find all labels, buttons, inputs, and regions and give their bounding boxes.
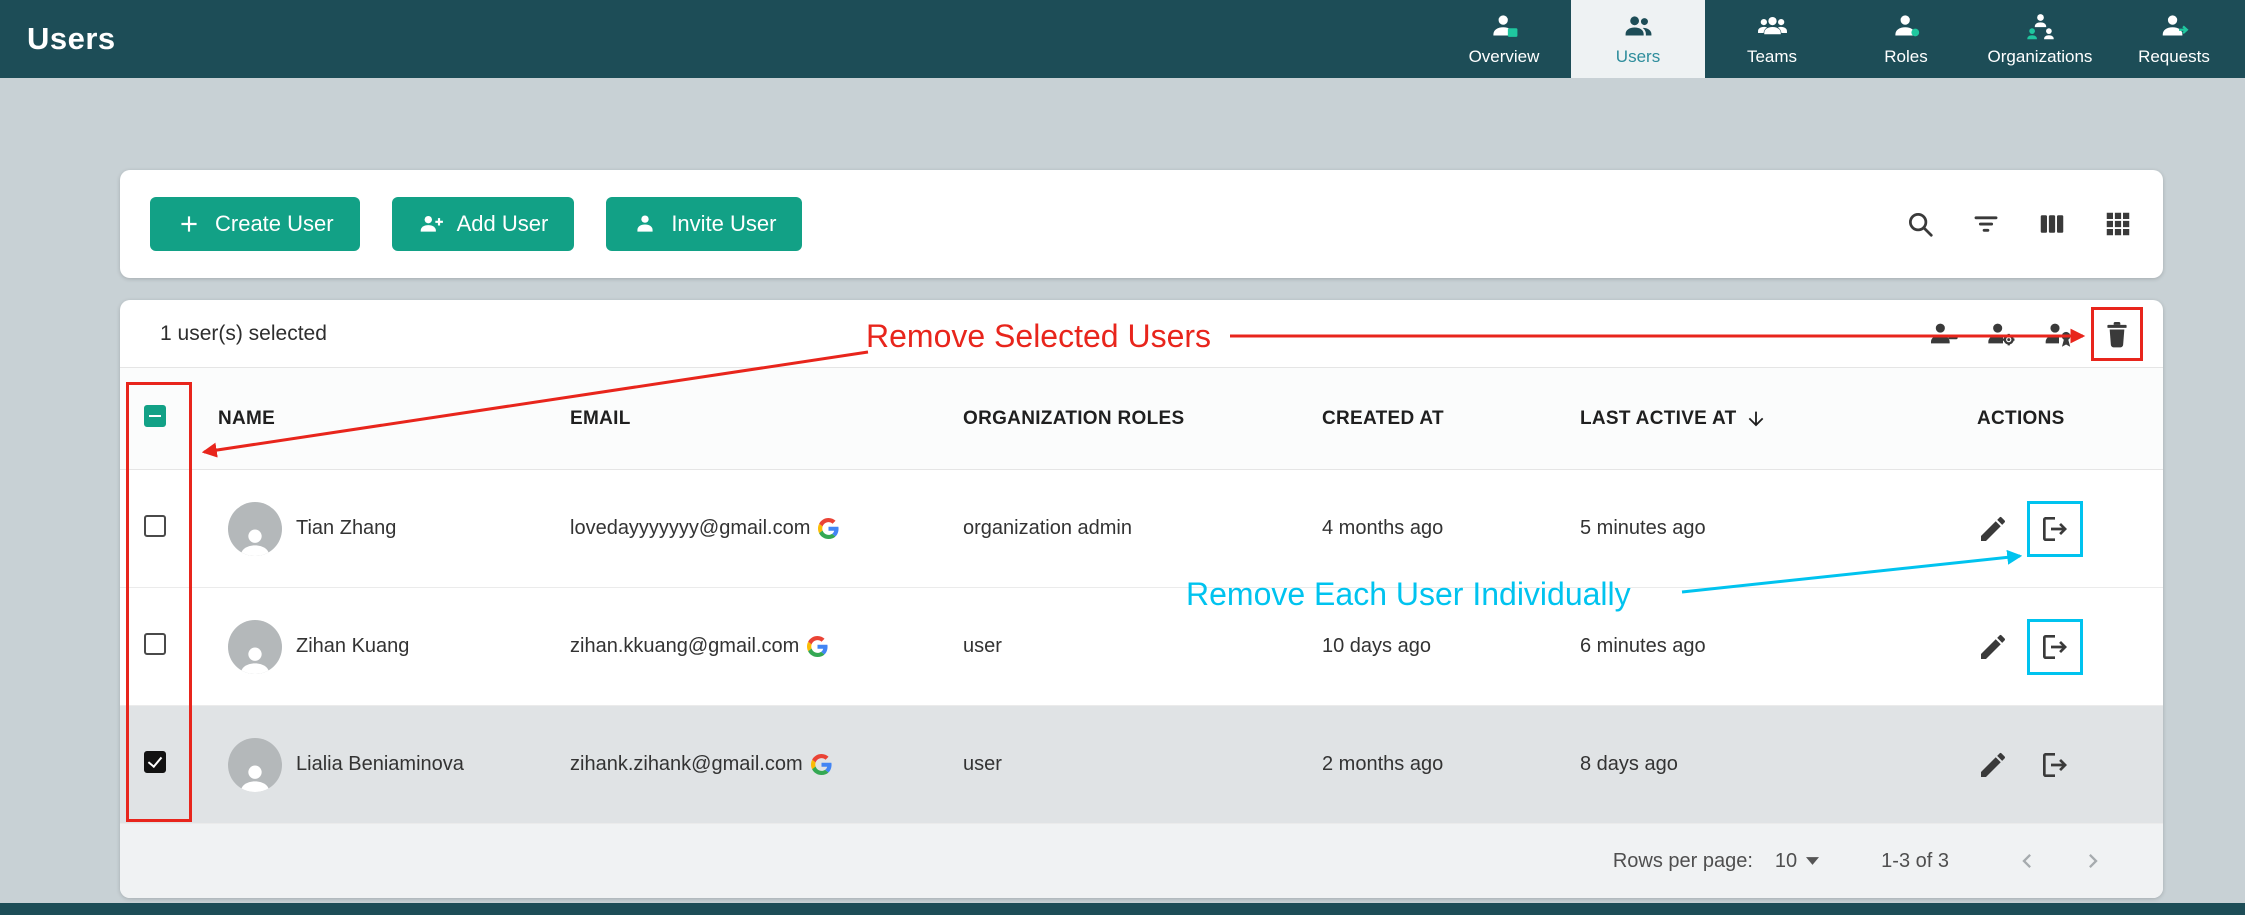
next-page-icon[interactable] bbox=[2079, 847, 2107, 875]
tab-organizations[interactable]: Organizations bbox=[1973, 0, 2107, 78]
user-email: zihan.kkuang@gmail.com bbox=[570, 635, 799, 658]
tab-teams[interactable]: Teams bbox=[1705, 0, 1839, 78]
rows-per-page-value: 10 bbox=[1775, 850, 1797, 873]
google-icon bbox=[811, 754, 832, 775]
bottom-bar bbox=[0, 903, 2245, 915]
caret-down-icon bbox=[1806, 857, 1819, 865]
remove-user-icon[interactable] bbox=[1927, 318, 1959, 350]
avatar bbox=[228, 502, 282, 556]
create-user-label: Create User bbox=[215, 211, 334, 237]
remove-from-org-icon[interactable] bbox=[2039, 631, 2071, 663]
teams-icon bbox=[1757, 11, 1788, 42]
tab-label: Roles bbox=[1884, 47, 1927, 67]
user-email: zihank.zihank@gmail.com bbox=[570, 753, 803, 776]
user-role: user bbox=[963, 635, 1322, 658]
table-row: Lialia Beniaminova zihank.zihank@gmail.c… bbox=[120, 706, 2163, 824]
last-active-at: 6 minutes ago bbox=[1580, 635, 1943, 658]
filter-icon[interactable] bbox=[1971, 209, 2001, 239]
table-header-row: NAME EMAIL ORGANIZATION ROLES CREATED AT… bbox=[120, 368, 2163, 470]
top-nav: Overview Users Teams Roles bbox=[1437, 0, 2241, 78]
add-user-icon bbox=[418, 211, 444, 237]
column-header-name: NAME bbox=[218, 408, 570, 430]
tab-label: Organizations bbox=[1988, 47, 2093, 67]
user-name: Lialia Beniaminova bbox=[296, 753, 464, 776]
pagination-range: 1-3 of 3 bbox=[1881, 850, 1949, 873]
last-active-at: 5 minutes ago bbox=[1580, 517, 1943, 540]
tab-users[interactable]: Users bbox=[1571, 0, 1705, 78]
pager bbox=[2013, 847, 2107, 875]
tab-label: Overview bbox=[1469, 47, 1540, 67]
user-role: user bbox=[963, 753, 1322, 776]
top-bar: Users Overview Users Teams bbox=[0, 0, 2245, 78]
tab-roles[interactable]: Roles bbox=[1839, 0, 1973, 78]
previous-page-icon[interactable] bbox=[2013, 847, 2041, 875]
row-checkbox[interactable] bbox=[144, 751, 166, 773]
user-badge-icon[interactable] bbox=[2043, 318, 2075, 350]
edit-user-icon[interactable] bbox=[1977, 631, 2009, 663]
users-table-card: 1 user(s) selected NAME EMAIL ORGA bbox=[120, 300, 2163, 898]
columns-icon[interactable] bbox=[2037, 209, 2067, 239]
column-header-roles: ORGANIZATION ROLES bbox=[963, 408, 1322, 430]
add-user-button[interactable]: Add User bbox=[392, 197, 575, 251]
user-email: lovedayyyyyyy@gmail.com bbox=[570, 517, 810, 540]
user-name: Tian Zhang bbox=[296, 517, 396, 540]
avatar bbox=[228, 620, 282, 674]
requests-icon bbox=[2159, 11, 2190, 42]
toolbar: Create User Add User Invite User bbox=[120, 170, 2163, 278]
remove-from-org-icon[interactable] bbox=[2039, 749, 2071, 781]
users-icon bbox=[1623, 11, 1654, 42]
user-name: Zihan Kuang bbox=[296, 635, 409, 658]
rows-per-page-select[interactable]: 10 bbox=[1775, 850, 1819, 873]
row-checkbox[interactable] bbox=[144, 515, 166, 537]
column-header-created: CREATED AT bbox=[1322, 408, 1580, 430]
created-at: 4 months ago bbox=[1322, 517, 1580, 540]
selection-actions bbox=[1927, 318, 2133, 350]
users-admin-page: Users Overview Users Teams bbox=[0, 0, 2245, 915]
google-icon bbox=[818, 518, 839, 539]
search-icon[interactable] bbox=[1905, 209, 1935, 239]
column-header-actions: ACTIONS bbox=[1943, 408, 2163, 430]
roles-icon bbox=[1891, 11, 1922, 42]
table-footer: Rows per page: 10 1-3 of 3 bbox=[120, 824, 2163, 898]
organizations-icon bbox=[2025, 11, 2056, 42]
table-row: Zihan Kuang zihan.kkuang@gmail.com user … bbox=[120, 588, 2163, 706]
tab-requests[interactable]: Requests bbox=[2107, 0, 2241, 78]
plus-icon bbox=[176, 211, 202, 237]
invite-user-button[interactable]: Invite User bbox=[606, 197, 802, 251]
selection-count-text: 1 user(s) selected bbox=[160, 322, 327, 346]
last-active-at: 8 days ago bbox=[1580, 753, 1943, 776]
toolbar-icon-group bbox=[1905, 209, 2133, 239]
select-all-checkbox[interactable] bbox=[144, 405, 166, 427]
column-header-email: EMAIL bbox=[570, 408, 963, 430]
user-overview-icon bbox=[1489, 11, 1520, 42]
remove-from-org-icon[interactable] bbox=[2039, 513, 2071, 545]
sort-descending-icon bbox=[1745, 408, 1767, 430]
created-at: 2 months ago bbox=[1322, 753, 1580, 776]
row-checkbox[interactable] bbox=[144, 633, 166, 655]
tab-label: Teams bbox=[1747, 47, 1797, 67]
add-user-label: Add User bbox=[457, 211, 549, 237]
tab-label: Requests bbox=[2138, 47, 2210, 67]
edit-user-icon[interactable] bbox=[1977, 513, 2009, 545]
rows-per-page-label: Rows per page: bbox=[1613, 850, 1753, 873]
grid-icon[interactable] bbox=[2103, 209, 2133, 239]
selection-bar: 1 user(s) selected bbox=[120, 300, 2163, 368]
google-icon bbox=[807, 636, 828, 657]
created-at: 10 days ago bbox=[1322, 635, 1580, 658]
avatar bbox=[228, 738, 282, 792]
user-role: organization admin bbox=[963, 517, 1322, 540]
tab-label: Users bbox=[1616, 47, 1660, 67]
trash-icon[interactable] bbox=[2101, 318, 2133, 350]
table-row: Tian Zhang lovedayyyyyyy@gmail.com organ… bbox=[120, 470, 2163, 588]
page-title: Users bbox=[27, 21, 116, 57]
edit-user-icon[interactable] bbox=[1977, 749, 2009, 781]
tab-overview[interactable]: Overview bbox=[1437, 0, 1571, 78]
user-settings-icon[interactable] bbox=[1985, 318, 2017, 350]
create-user-button[interactable]: Create User bbox=[150, 197, 360, 251]
invite-user-label: Invite User bbox=[671, 211, 776, 237]
column-header-last-active[interactable]: LAST ACTIVE AT bbox=[1580, 408, 1943, 430]
invite-user-icon bbox=[632, 211, 658, 237]
